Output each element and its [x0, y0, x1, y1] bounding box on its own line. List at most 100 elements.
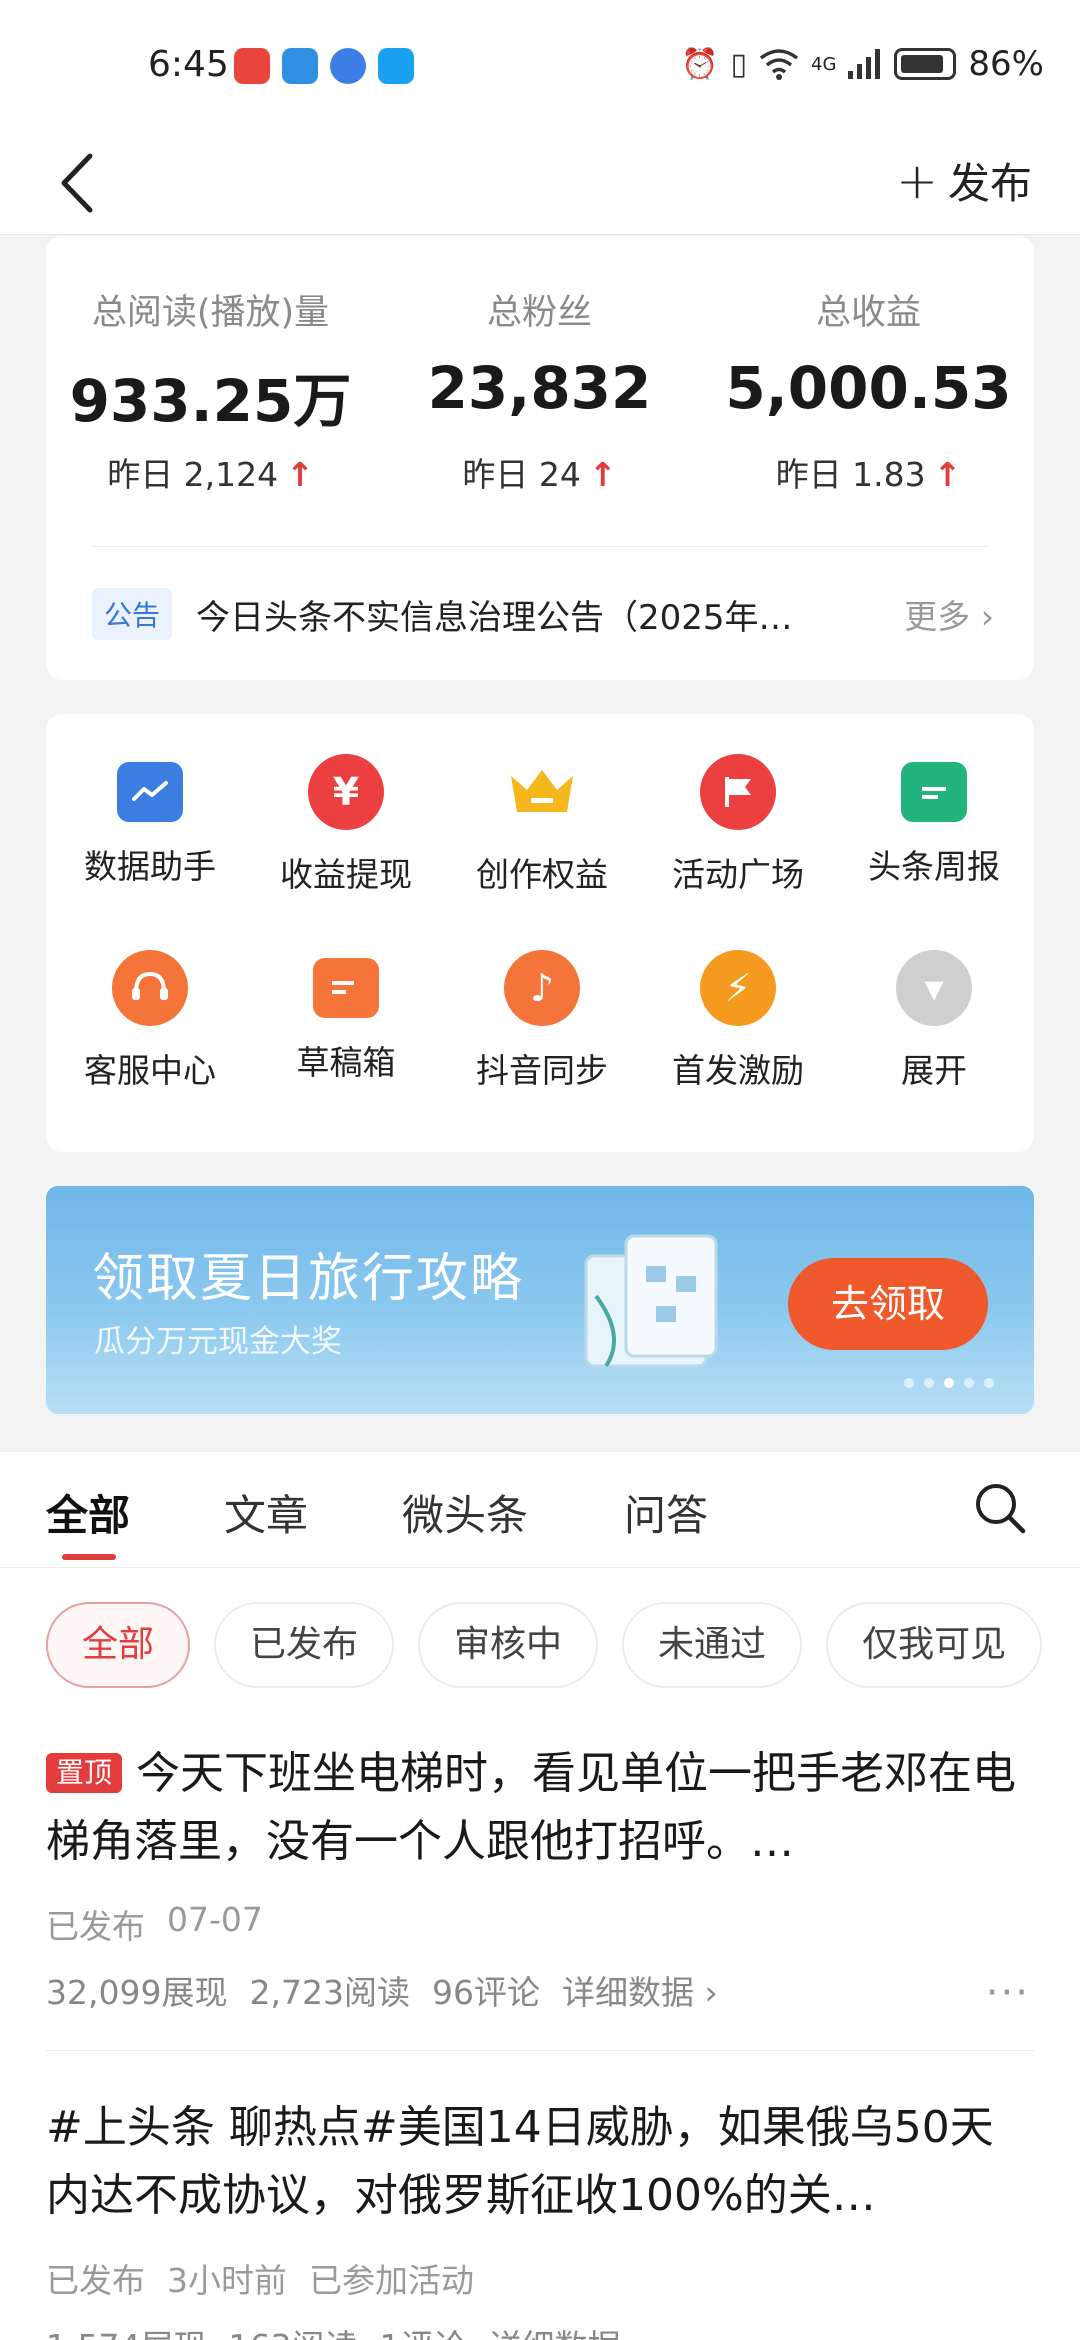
- signal-icon: [848, 49, 881, 79]
- claim-button[interactable]: 去领取: [788, 1258, 988, 1350]
- stat-label: 总粉丝: [486, 293, 592, 333]
- publish-button[interactable]: + 发布: [896, 150, 1032, 211]
- notice-text[interactable]: 今日头条不实信息治理公告（2025年…: [196, 590, 856, 639]
- carousel-dots: [904, 1378, 994, 1388]
- post-comments: 1评论: [379, 2320, 466, 2340]
- stat-yesterday: 昨日 1.83 ↑: [775, 455, 962, 494]
- status-time: 6:45: [148, 44, 229, 85]
- network-type: 4G: [811, 53, 837, 75]
- post-status: 已发布: [46, 2261, 145, 2300]
- post-comments: 96评论: [431, 1973, 540, 2012]
- back-icon[interactable]: [50, 148, 110, 218]
- post-reads: 163阅读: [228, 2320, 357, 2340]
- post-stats: 1,574展现 163阅读 1评论 详细数据 ›: [46, 2320, 1034, 2340]
- post-meta: 已发布 07-07: [46, 1900, 1034, 1948]
- post-time: 07-07: [167, 1900, 263, 1939]
- yen-icon: ¥: [308, 754, 384, 830]
- tool-label: 草稿箱: [296, 1043, 396, 1082]
- post-details-link[interactable]: 详细数据 ›: [488, 2320, 644, 2340]
- filter-chip-all[interactable]: 全部: [46, 1602, 191, 1688]
- stat-label: 总阅读(播放)量: [91, 293, 330, 333]
- battery-level: 86%: [968, 44, 1044, 84]
- active-tab-indicator: [62, 1554, 116, 1560]
- post-reads: 2,723阅读: [249, 1973, 410, 2012]
- tiktok-icon: ♪: [504, 950, 580, 1026]
- tool-expand[interactable]: ▾ 展开: [836, 950, 1032, 1092]
- stat-yesterday: 昨日 2,124 ↑: [107, 455, 314, 494]
- up-arrow-icon: ↑: [933, 455, 962, 494]
- filter-chip-reviewing[interactable]: 审核中: [418, 1602, 599, 1688]
- search-app-icon: [378, 48, 414, 84]
- search-icon[interactable]: [972, 1480, 1028, 1536]
- pinned-badge: 置顶: [46, 1753, 123, 1793]
- post-item[interactable]: 置顶 今天下班坐电梯时，看见单位一把手老邓在电梯角落里，没有一个人跟他打招呼。… …: [46, 1740, 1034, 2016]
- more-options-icon[interactable]: ···: [986, 1970, 1030, 2016]
- browser-app-icon: [330, 48, 366, 84]
- plus-icon: +: [896, 151, 938, 210]
- filter-chip-rejected[interactable]: 未通过: [622, 1602, 803, 1688]
- post-title[interactable]: #上头条 聊热点#美国14日威胁，如果俄乌50天内达不成协议，对俄罗斯征收100…: [46, 2094, 1034, 2230]
- divider: [92, 546, 988, 547]
- banner-title: 领取夏日旅行攻略: [92, 1249, 525, 1309]
- post-meta: 已发布 3小时前 已参加活动: [46, 2254, 1034, 2302]
- expand-icon: ▾: [896, 950, 972, 1026]
- chevron-right-icon: ›: [980, 597, 994, 636]
- post-item[interactable]: #上头条 聊热点#美国14日威胁，如果俄乌50天内达不成协议，对俄罗斯征收100…: [46, 2094, 1034, 2340]
- tool-drafts[interactable]: 草稿箱: [248, 950, 444, 1084]
- post-title[interactable]: 置顶 今天下班坐电梯时，看见单位一把手老邓在电梯角落里，没有一个人跟他打招呼。…: [46, 1740, 1034, 1876]
- carousel-dot: [984, 1378, 994, 1388]
- post-impressions: 1,574展现: [46, 2320, 206, 2340]
- notice-tag: 公告: [92, 588, 173, 640]
- tool-douyin-sync[interactable]: ♪ 抖音同步: [444, 950, 640, 1092]
- flag-icon: [700, 754, 776, 830]
- tool-data-assistant[interactable]: 数据助手: [52, 754, 248, 888]
- chart-icon: [117, 762, 183, 822]
- tool-income-withdraw[interactable]: ¥ 收益提现: [248, 754, 444, 896]
- crown-icon: [504, 754, 580, 830]
- tool-label: 收益提现: [280, 855, 412, 894]
- tool-label: 首发激励: [672, 1051, 804, 1090]
- tab-micro-posts[interactable]: 微头条: [402, 1482, 528, 1543]
- promo-banner[interactable]: 领取夏日旅行攻略 瓜分万元现金大奖 去领取: [46, 1186, 1034, 1414]
- calendar-icon: [901, 762, 967, 822]
- tab-all[interactable]: 全部: [46, 1482, 130, 1543]
- filter-chip-private[interactable]: 仅我可见: [826, 1602, 1043, 1688]
- carousel-dot: [904, 1378, 914, 1388]
- stat-value: 5,000.53: [725, 354, 1012, 422]
- stat-yesterday: 昨日 24 ↑: [462, 455, 617, 494]
- battery-icon: [894, 48, 957, 80]
- tool-label: 数据助手: [84, 847, 216, 886]
- tool-creator-rights[interactable]: 创作权益: [444, 754, 640, 896]
- notice-bar[interactable]: 公告 今日头条不实信息治理公告（2025年… 更多 ›: [92, 586, 994, 642]
- post-impressions: 32,099展现: [46, 1973, 228, 2012]
- tool-weekly-report[interactable]: 头条周报: [836, 754, 1032, 888]
- up-arrow-icon: ↑: [286, 455, 314, 494]
- banner-subtitle: 瓜分万元现金大奖: [94, 1324, 342, 1360]
- stat-label: 总收益: [815, 293, 921, 333]
- weather-app-icon: [282, 48, 318, 84]
- post-details-link[interactable]: 详细数据 ›: [562, 1966, 718, 2014]
- tool-label: 抖音同步: [476, 1051, 608, 1090]
- tool-label: 创作权益: [476, 855, 608, 894]
- tool-label: 头条周报: [868, 847, 1000, 886]
- headset-icon: [112, 950, 188, 1026]
- stat-value: 933.25万: [69, 367, 352, 435]
- huawei-app-icon: [234, 48, 270, 84]
- filter-chip-published[interactable]: 已发布: [214, 1602, 395, 1688]
- tool-label: 客服中心: [84, 1051, 216, 1090]
- tool-customer-service[interactable]: 客服中心: [52, 950, 248, 1092]
- stats-card: 总阅读(播放)量 933.25万 昨日 2,124 ↑ 总粉丝 23,832 昨日…: [46, 236, 1034, 680]
- carousel-dot: [964, 1378, 974, 1388]
- tool-activity-square[interactable]: 活动广场: [640, 754, 836, 896]
- tab-articles[interactable]: 文章: [224, 1482, 308, 1543]
- vibrate-icon: ▯: [730, 46, 748, 82]
- tool-first-publish[interactable]: ⚡ 首发激励: [640, 950, 836, 1092]
- tab-qa[interactable]: 问答: [624, 1482, 708, 1543]
- alarm-icon: ⏰: [681, 46, 719, 82]
- tool-label: 活动广场: [672, 855, 804, 894]
- notice-more-link[interactable]: 更多 ›: [904, 590, 994, 638]
- draft-icon: [313, 958, 379, 1018]
- post-status: 已发布: [46, 1907, 145, 1946]
- up-arrow-icon: ↑: [588, 455, 617, 494]
- divider: [46, 2050, 1034, 2051]
